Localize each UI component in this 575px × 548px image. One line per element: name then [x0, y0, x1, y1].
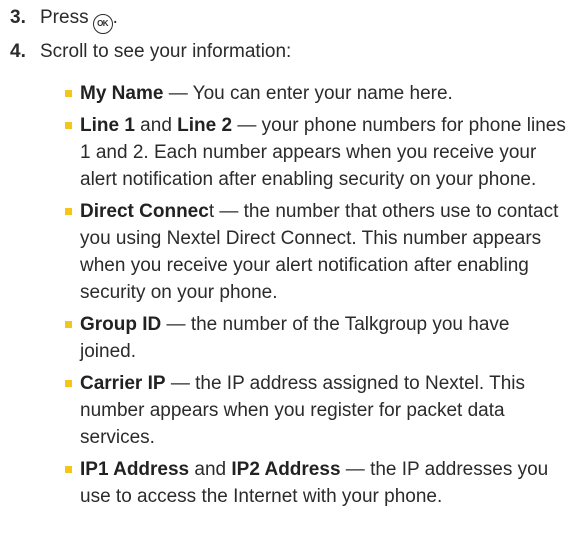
- bullet-term: Line 1: [80, 115, 135, 136]
- bullet-lines: Line 1 and Line 2 — your phone numbers f…: [65, 112, 570, 193]
- bullet-marker: [65, 208, 72, 215]
- info-bullet-list: My Name — You can enter your name here. …: [65, 80, 570, 515]
- bullet-joiner: and: [134, 115, 178, 136]
- ok-key-icon: OK: [92, 14, 113, 34]
- step-number: 4.: [10, 41, 26, 62]
- bullet-term-2: IP2 Address: [231, 459, 341, 480]
- bullet-marker: [65, 122, 72, 129]
- bullet-term: IP1 Address: [80, 459, 190, 480]
- step-number: 3.: [10, 7, 26, 28]
- bullet-term: My Name: [80, 83, 164, 104]
- step-4: 4. Scroll to see your information:: [10, 38, 291, 65]
- bullet-description: — You can enter your name here.: [163, 83, 453, 104]
- step-text: Scroll to see your information:: [40, 41, 292, 62]
- bullet-group-id: Group ID — the number of the Talkgroup y…: [65, 311, 570, 365]
- bullet-marker: [65, 380, 72, 387]
- step-text: Press: [40, 7, 89, 28]
- bullet-ip-addresses: IP1 Address and IP2 Address — the IP add…: [65, 456, 570, 510]
- step-suffix: .: [112, 7, 118, 28]
- bullet-marker: [65, 90, 72, 97]
- bullet-direct-connect: Direct Connect — the number that others …: [65, 198, 570, 306]
- bullet-term-2: Line 2: [177, 115, 233, 136]
- step-3: 3. Press OK.: [10, 4, 118, 34]
- bullet-term: Group ID: [80, 314, 162, 335]
- bullet-term: Carrier IP: [80, 373, 166, 394]
- bullet-joiner: and: [189, 459, 232, 480]
- bullet-marker: [65, 321, 72, 328]
- bullet-marker: [65, 466, 72, 473]
- bullet-term: Direct Connec: [80, 201, 209, 222]
- bullet-my-name: My Name — You can enter your name here.: [65, 80, 570, 107]
- bullet-carrier-ip: Carrier IP — the IP address assigned to …: [65, 370, 570, 451]
